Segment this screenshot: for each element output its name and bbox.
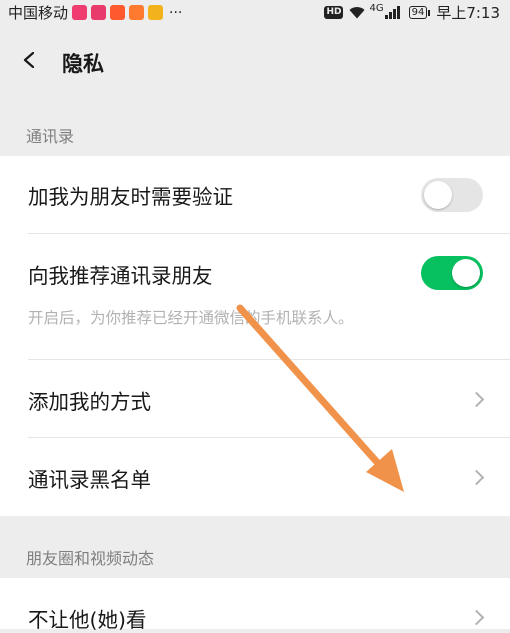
hd-voice-badge: HD (324, 6, 344, 19)
section-header-contacts: 通讯录 (0, 96, 510, 156)
chevron-right-icon (468, 609, 485, 626)
add-me-methods-label: 添加我的方式 (28, 390, 151, 414)
game-app-icon (148, 5, 164, 20)
page-title: 隐私 (62, 52, 104, 76)
recommend-contacts-description: 开启后，为你推荐已经开通微信的手机联系人。 (28, 309, 354, 327)
chevron-right-icon (468, 391, 485, 408)
recommend-contacts-label: 向我推荐通讯录朋友 (28, 264, 213, 288)
nav-bar: 隐私 (0, 24, 510, 96)
verify-friend-setting[interactable]: 加我为朋友时需要验证 (0, 156, 510, 234)
network-type: 4G (369, 3, 384, 14)
verify-friend-switch[interactable] (421, 178, 483, 212)
carrier-name: 中国移动 (8, 4, 69, 22)
section-title-contacts: 通讯录 (26, 127, 75, 146)
contacts-blacklist-label: 通讯录黑名单 (28, 468, 151, 492)
contacts-blacklist-item[interactable]: 通讯录黑名单 (0, 438, 510, 516)
record-app-icon (91, 5, 107, 20)
section-title-moments: 朋友圈和视频动态 (26, 549, 155, 568)
chevron-right-icon (468, 469, 485, 486)
switch-knob (424, 181, 452, 209)
wifi-icon (349, 7, 365, 19)
live-app-icon (72, 5, 88, 20)
recommend-contacts-switch[interactable] (421, 256, 483, 290)
recommend-contacts-setting[interactable]: 向我推荐通讯录朋友 开启后，为你推荐已经开通微信的手机联系人。 (0, 234, 510, 360)
image-app-icon (129, 5, 145, 20)
hide-moments-from-item[interactable]: 不让他(她)看 (0, 578, 510, 632)
section-header-moments: 朋友圈和视频动态 (0, 516, 510, 578)
verify-friend-label: 加我为朋友时需要验证 (28, 185, 233, 209)
signal-icon (384, 6, 401, 19)
clock: 早上7:13 (436, 4, 500, 22)
status-bar: 中国移动 ··· HD 4G 94 早上7:13 (0, 0, 510, 24)
more-notifications: ··· (169, 4, 183, 21)
battery-icon (428, 9, 431, 16)
back-icon[interactable] (22, 52, 38, 68)
switch-knob (452, 259, 480, 287)
add-me-methods-item[interactable]: 添加我的方式 (0, 360, 510, 438)
video-app-icon (110, 5, 126, 20)
battery-level: 94 (408, 6, 428, 19)
